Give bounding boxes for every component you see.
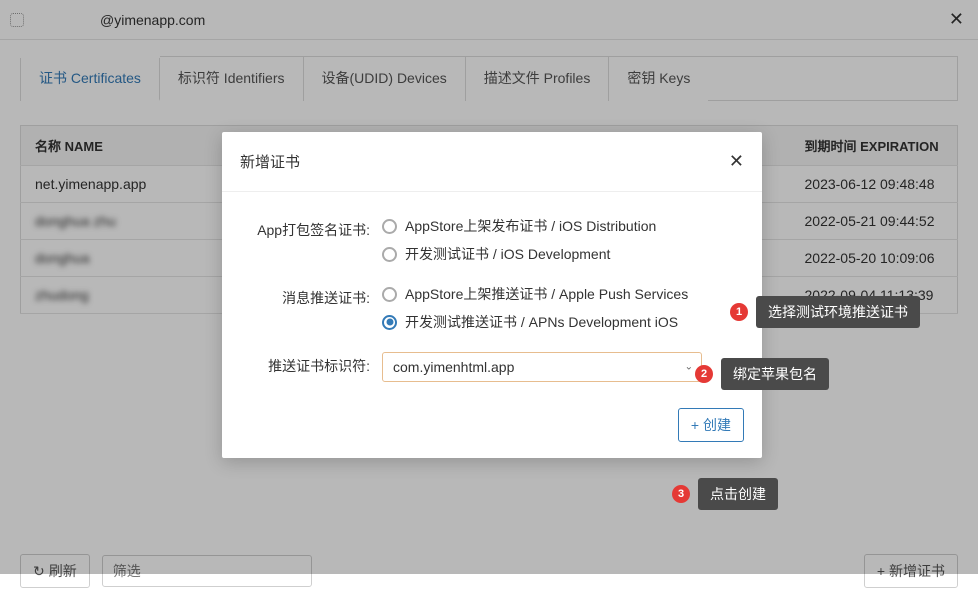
select-value: com.yimenhtml.app xyxy=(393,359,514,375)
step-label: 选择测试环境推送证书 xyxy=(756,296,920,328)
tabs: 证书 Certificates 标识符 Identifiers 设备(UDID)… xyxy=(20,56,958,101)
radio-label: 开发测试推送证书 / APNs Development iOS xyxy=(405,312,678,332)
chevron-down-icon: ⌄ xyxy=(685,362,693,373)
add-certificate-modal: 新增证书 ✕ App打包签名证书: AppStore上架发布证书 / iOS D… xyxy=(222,132,762,458)
plus-icon: + xyxy=(691,417,699,433)
radio-icon xyxy=(382,287,397,302)
radio-label: AppStore上架发布证书 / iOS Distribution xyxy=(405,216,656,236)
radio-apple-push-services[interactable]: AppStore上架推送证书 / Apple Push Services xyxy=(382,284,740,304)
step-badge: 3 xyxy=(672,485,690,503)
modal-header: 新增证书 ✕ xyxy=(222,132,762,192)
cell-name: net.yimenapp.app xyxy=(35,176,146,192)
radio-ios-development[interactable]: 开发测试证书 / iOS Development xyxy=(382,244,740,264)
add-certificate-button[interactable]: + 新增证书 xyxy=(864,554,958,588)
radio-icon xyxy=(382,219,397,234)
cell-name: zhudong xyxy=(35,287,89,303)
radio-icon xyxy=(382,315,397,330)
cell-name: donghua xyxy=(35,250,90,266)
radio-label: 开发测试证书 / iOS Development xyxy=(405,244,610,264)
window-close-icon[interactable]: ✕ xyxy=(949,9,964,30)
create-button[interactable]: + 创建 xyxy=(678,408,744,442)
annotation-step-3: 3 点击创建 xyxy=(672,478,778,510)
step-badge: 2 xyxy=(695,365,713,383)
push-identifier-label: 推送证书标识符: xyxy=(222,352,382,376)
step-label: 绑定苹果包名 xyxy=(721,358,829,390)
account-email: @yimenapp.com xyxy=(100,12,205,28)
refresh-icon: ↻ xyxy=(33,563,45,580)
refresh-label: 刷新 xyxy=(49,561,77,581)
col-expiration[interactable]: 到期时间 EXPIRATION xyxy=(791,126,958,166)
window-header: @yimenapp.com ✕ xyxy=(0,0,978,40)
cell-name: donghua zhu xyxy=(35,213,116,229)
tab-devices[interactable]: 设备(UDID) Devices xyxy=(304,57,466,101)
redacted-name xyxy=(30,13,100,25)
cell-expiration: 2023-06-12 09:48:48 xyxy=(791,166,958,203)
annotation-step-1: 1 选择测试环境推送证书 xyxy=(730,296,920,328)
tab-profiles[interactable]: 描述文件 Profiles xyxy=(466,57,610,101)
gear-icon xyxy=(10,13,24,27)
account-label: @yimenapp.com xyxy=(10,12,205,28)
step-label: 点击创建 xyxy=(698,478,778,510)
modal-title: 新增证书 xyxy=(240,151,300,172)
annotation-step-2: 2 绑定苹果包名 xyxy=(695,358,829,390)
step-badge: 1 xyxy=(730,303,748,321)
radio-label: AppStore上架推送证书 / Apple Push Services xyxy=(405,284,688,304)
push-cert-label: 消息推送证书: xyxy=(222,284,382,308)
tab-keys[interactable]: 密钥 Keys xyxy=(609,57,708,101)
add-label: 新增证书 xyxy=(889,561,945,581)
refresh-button[interactable]: ↻ 刷新 xyxy=(20,554,90,588)
modal-close-icon[interactable]: ✕ xyxy=(729,151,744,172)
signing-cert-label: App打包签名证书: xyxy=(222,216,382,240)
create-label: 创建 xyxy=(703,415,731,435)
plus-icon: + xyxy=(877,563,885,579)
tab-certificates[interactable]: 证书 Certificates xyxy=(21,57,160,101)
cell-expiration: 2022-05-20 10:09:06 xyxy=(791,240,958,277)
radio-apns-development[interactable]: 开发测试推送证书 / APNs Development iOS xyxy=(382,312,740,332)
cell-expiration: 2022-05-21 09:44:52 xyxy=(791,203,958,240)
radio-icon xyxy=(382,247,397,262)
footer-toolbar: ↻ 刷新 + 新增证书 xyxy=(20,554,958,588)
tab-identifiers[interactable]: 标识符 Identifiers xyxy=(160,57,304,101)
filter-input[interactable] xyxy=(102,555,312,587)
radio-ios-distribution[interactable]: AppStore上架发布证书 / iOS Distribution xyxy=(382,216,740,236)
push-identifier-select[interactable]: com.yimenhtml.app ⌄ xyxy=(382,352,702,382)
